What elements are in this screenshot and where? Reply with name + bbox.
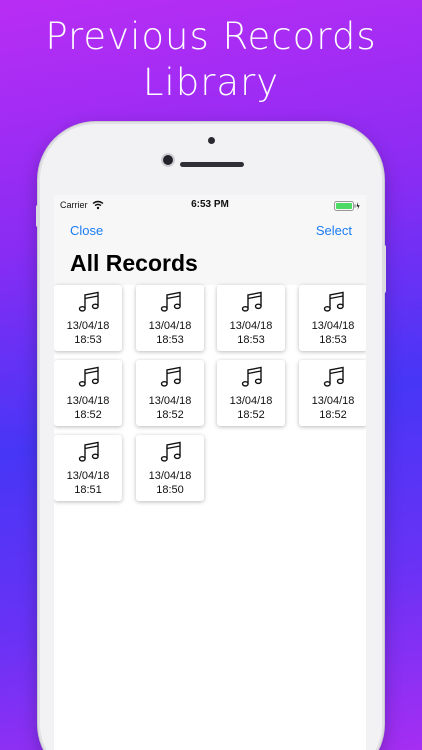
music-note-icon (323, 291, 344, 312)
record-date: 13/04/18 (311, 395, 355, 407)
record-date: 13/04/18 (66, 320, 110, 332)
music-note-icon (78, 291, 99, 312)
music-note-icon (241, 366, 262, 387)
record-card[interactable]: 13/04/18 18:52 (299, 360, 366, 426)
music-note-icon (160, 441, 181, 462)
record-time: 18:52 (74, 409, 102, 421)
record-time: 18:52 (237, 409, 265, 421)
record-card[interactable]: 13/04/18 18:53 (136, 285, 204, 351)
record-date: 13/04/18 (66, 470, 110, 482)
record-card[interactable]: 13/04/18 18:50 (136, 435, 204, 501)
record-time: 18:53 (156, 334, 184, 346)
record-date: 13/04/18 (311, 320, 355, 332)
record-time: 18:50 (156, 484, 184, 496)
page-title: All Records (70, 250, 198, 276)
close-button[interactable]: Close (70, 223, 103, 238)
music-note-icon (241, 291, 262, 312)
sensor-dot (208, 137, 215, 144)
record-card[interactable]: 13/04/18 18:52 (136, 360, 204, 426)
app-screen: Carrier 6:53 PM Close Select All Records… (54, 195, 366, 750)
select-button[interactable]: Select (316, 223, 352, 238)
record-time: 18:52 (156, 409, 184, 421)
volume-button (36, 205, 40, 227)
earpiece-speaker (180, 162, 244, 167)
music-note-icon (160, 366, 181, 387)
record-card[interactable]: 13/04/18 18:53 (54, 285, 122, 351)
record-date: 13/04/18 (229, 320, 273, 332)
record-card[interactable]: 13/04/18 18:51 (54, 435, 122, 501)
record-time: 18:52 (319, 409, 347, 421)
status-time: 6:53 PM (191, 199, 229, 210)
power-button (382, 245, 386, 293)
record-date: 13/04/18 (66, 395, 110, 407)
music-note-icon (78, 366, 99, 387)
record-time: 18:53 (319, 334, 347, 346)
record-date: 13/04/18 (148, 395, 192, 407)
music-note-icon (160, 291, 181, 312)
music-note-icon (323, 366, 344, 387)
record-time: 18:53 (74, 334, 102, 346)
navigation-bar: Close Select All Records (54, 217, 366, 285)
promo-headline: Previous Records Library (0, 14, 422, 106)
record-date: 13/04/18 (148, 470, 192, 482)
front-camera (161, 153, 175, 167)
record-date: 13/04/18 (229, 395, 273, 407)
record-time: 18:51 (74, 484, 102, 496)
record-card[interactable]: 13/04/18 18:52 (217, 360, 285, 426)
headline-line-2: Library (142, 61, 280, 104)
record-time: 18:53 (237, 334, 265, 346)
record-date: 13/04/18 (148, 320, 192, 332)
record-card[interactable]: 13/04/18 18:53 (299, 285, 366, 351)
music-note-icon (78, 441, 99, 462)
record-card[interactable]: 13/04/18 18:52 (54, 360, 122, 426)
record-card[interactable]: 13/04/18 18:53 (217, 285, 285, 351)
battery-icon (334, 201, 360, 211)
headline-line-1: Previous Records (45, 15, 377, 58)
status-bar: Carrier 6:53 PM (54, 195, 366, 217)
